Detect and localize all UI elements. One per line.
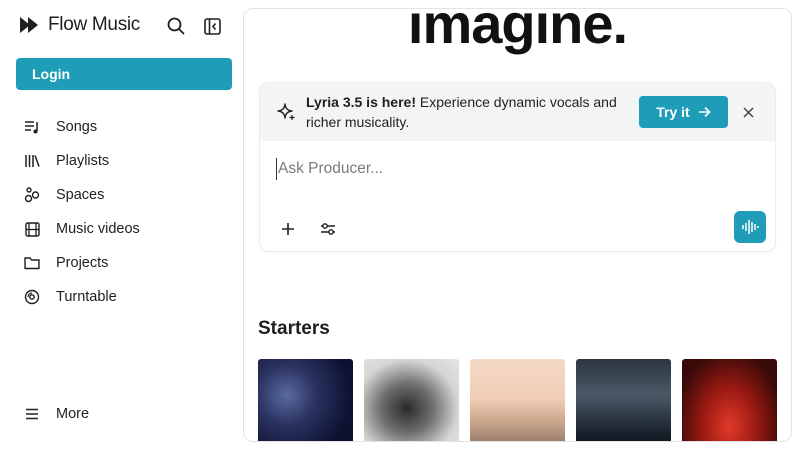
announcement-title: Lyria 3.5 is here! <box>306 94 416 110</box>
sidebar-item-projects[interactable]: Projects <box>24 246 140 280</box>
settings-sliders-icon[interactable] <box>316 217 340 241</box>
starter-thumbnail[interactable] <box>576 359 671 441</box>
sidebar-item-turntable[interactable]: Turntable <box>24 280 140 314</box>
sidebar-item-label: Turntable <box>56 289 117 305</box>
sidebar-item-label: Playlists <box>56 153 110 169</box>
songs-icon <box>24 119 40 135</box>
sidebar: Flow Music Login Songs Playlists Spaces <box>0 0 244 450</box>
sidebar-item-songs[interactable]: Songs <box>24 110 140 144</box>
sidebar-item-label: Music videos <box>56 221 140 237</box>
starter-thumbnail[interactable] <box>682 359 777 441</box>
producer-composer: Lyria 3.5 is here! Experience dynamic vo… <box>259 82 776 252</box>
sidebar-item-label: Projects <box>56 255 109 271</box>
announcement-text: Lyria 3.5 is here! Experience dynamic vo… <box>306 92 636 132</box>
sidebar-item-music-videos[interactable]: Music videos <box>24 212 140 246</box>
playlists-icon <box>24 153 40 169</box>
waveform-icon <box>742 220 759 234</box>
sparkle-icon <box>276 102 296 122</box>
plus-icon[interactable] <box>276 217 300 241</box>
starters-heading: Starters <box>258 318 330 339</box>
sidebar-item-spaces[interactable]: Spaces <box>24 178 140 212</box>
login-button[interactable]: Login <box>16 58 232 90</box>
try-it-label: Try it <box>656 104 690 120</box>
spaces-icon <box>24 187 40 203</box>
brand-name: Flow Music <box>48 14 141 35</box>
flow-logo-icon <box>20 15 40 35</box>
collapse-sidebar-icon[interactable] <box>202 16 222 36</box>
sidebar-item-more[interactable]: More <box>24 397 89 431</box>
sidebar-item-playlists[interactable]: Playlists <box>24 144 140 178</box>
starters-row <box>258 359 777 441</box>
voice-waveform-button[interactable] <box>734 211 766 243</box>
main-panel: imagine. Lyria 3.5 is here! Experience d… <box>243 8 792 442</box>
menu-icon <box>24 406 40 422</box>
close-icon[interactable] <box>738 102 758 122</box>
arrow-right-icon <box>698 106 711 118</box>
starter-thumbnail[interactable] <box>258 359 353 441</box>
sidebar-item-label: Spaces <box>56 187 105 203</box>
producer-prompt-input[interactable] <box>276 158 756 180</box>
try-it-button[interactable]: Try it <box>639 96 728 128</box>
headline: imagine. <box>407 8 628 55</box>
sidebar-nav: Songs Playlists Spaces Music videos Proj… <box>24 110 140 314</box>
folder-icon <box>24 255 40 271</box>
starter-thumbnail[interactable] <box>364 359 459 441</box>
announcement-banner: Lyria 3.5 is here! Experience dynamic vo… <box>260 83 775 141</box>
turntable-icon <box>24 289 40 305</box>
sidebar-item-label: Songs <box>56 119 98 135</box>
search-icon[interactable] <box>166 16 186 36</box>
film-icon <box>24 221 40 237</box>
more-label: More <box>56 406 90 422</box>
starter-thumbnail[interactable] <box>470 359 565 441</box>
brand[interactable]: Flow Music <box>20 14 140 36</box>
